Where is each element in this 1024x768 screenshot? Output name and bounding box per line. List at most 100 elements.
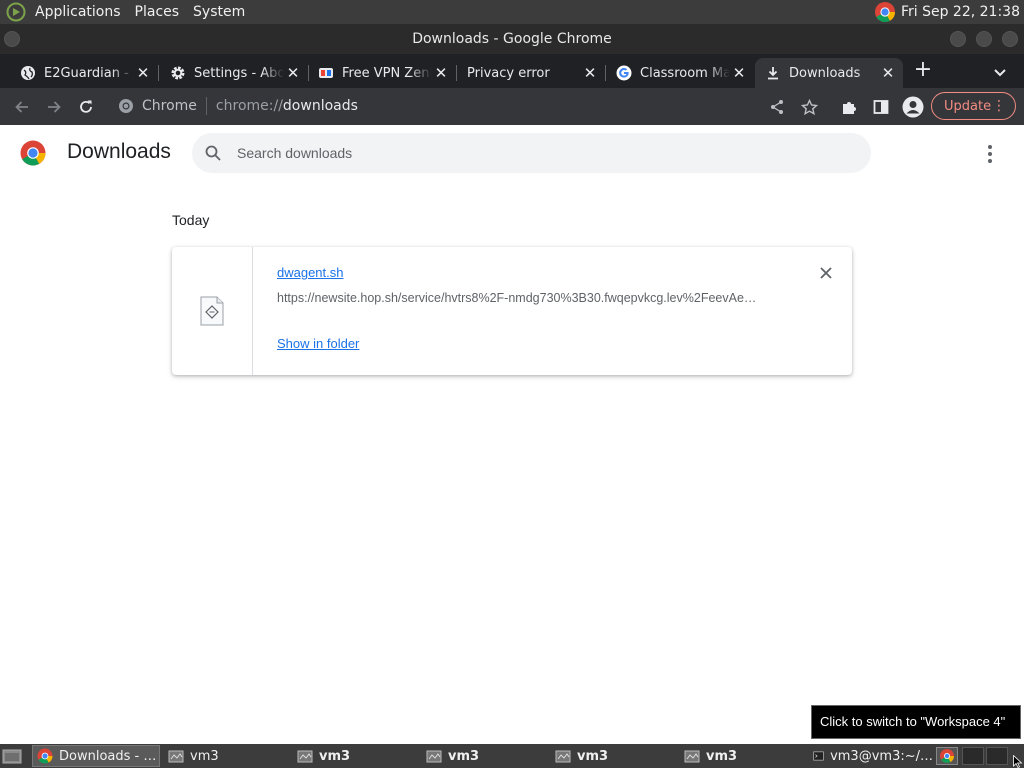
window-icon bbox=[684, 750, 700, 763]
tab-search-chevron-icon[interactable] bbox=[990, 62, 1010, 82]
profile-button[interactable] bbox=[901, 95, 925, 119]
chrome-site-icon[interactable] bbox=[118, 98, 134, 114]
chrome-logo-icon bbox=[20, 140, 46, 166]
url-path: downloads bbox=[282, 98, 358, 114]
tab-e2guardian[interactable]: E2Guardian - Access Denied ✕ bbox=[10, 58, 159, 88]
site-chip-label: Chrome bbox=[142, 98, 197, 114]
taskbar-item-label: vm3 bbox=[190, 748, 219, 764]
remove-download-button[interactable] bbox=[816, 263, 836, 283]
search-downloads-box[interactable] bbox=[192, 133, 871, 173]
taskbar-item-terminal[interactable]: vm3@vm3:~/… bbox=[809, 745, 933, 767]
taskbar-item-label: vm3 bbox=[577, 748, 609, 764]
taskbar-item-downloads[interactable]: Downloads - … bbox=[32, 745, 160, 767]
workspace-switcher-chrome-icon[interactable] bbox=[936, 747, 958, 765]
new-tab-button[interactable]: + bbox=[910, 58, 936, 84]
maximize-button[interactable] bbox=[976, 31, 992, 47]
search-icon bbox=[205, 145, 221, 161]
file-icon-column bbox=[172, 247, 253, 375]
back-arrow-icon bbox=[15, 101, 28, 113]
taskbar-item-vm3[interactable]: vm3 bbox=[293, 745, 417, 767]
back-button[interactable] bbox=[10, 95, 34, 119]
close-window-button[interactable] bbox=[1002, 31, 1018, 47]
window-icon bbox=[168, 750, 184, 763]
close-icon bbox=[820, 267, 832, 279]
tab-title: Free VPN ZenMate bbox=[342, 65, 432, 81]
share-icon bbox=[771, 100, 783, 114]
system-menu[interactable]: System bbox=[186, 0, 252, 24]
workspace-5-button[interactable] bbox=[986, 747, 1008, 765]
omnibox-divider bbox=[205, 97, 207, 115]
tab-classroom[interactable]: Classroom Management ✕ bbox=[606, 58, 754, 88]
minimize-button[interactable] bbox=[950, 31, 966, 47]
tab-title: Settings - About Chrome bbox=[194, 65, 284, 81]
file-icon bbox=[200, 296, 224, 326]
download-item: dwagent.sh https://newsite.hop.sh/servic… bbox=[172, 247, 852, 375]
show-desktop-icon[interactable] bbox=[2, 747, 22, 765]
clock[interactable]: Fri Sep 22, 21:38 bbox=[901, 4, 1020, 20]
window-menu-button[interactable] bbox=[4, 31, 20, 47]
file-name-link[interactable]: dwagent.sh bbox=[277, 265, 344, 280]
tab-close-icon[interactable]: ✕ bbox=[284, 64, 302, 82]
taskbar-item-label: vm3 bbox=[319, 748, 351, 764]
mouse-cursor-icon bbox=[1013, 755, 1023, 768]
places-menu[interactable]: Places bbox=[128, 0, 187, 24]
update-label: Update bbox=[944, 98, 992, 114]
update-button[interactable]: Update ⋮ bbox=[931, 92, 1016, 120]
tab-free-vpn[interactable]: Free VPN ZenMate ✕ bbox=[308, 58, 457, 88]
taskbar-item-label: vm3@vm3:~/… bbox=[830, 748, 933, 764]
gear-icon bbox=[171, 66, 185, 80]
window-icon bbox=[297, 750, 313, 763]
tab-close-icon[interactable]: ✕ bbox=[432, 64, 450, 82]
tab-downloads[interactable]: Downloads ✕ bbox=[755, 58, 903, 88]
share-button[interactable] bbox=[765, 95, 789, 119]
tab-close-icon[interactable]: ✕ bbox=[581, 64, 599, 82]
forward-button[interactable] bbox=[42, 95, 66, 119]
download-icon bbox=[768, 67, 778, 80]
page-title: Downloads bbox=[67, 140, 171, 163]
taskbar-item-vm3[interactable]: vm3 bbox=[680, 745, 804, 767]
kebab-menu-icon: ⋮ bbox=[992, 98, 1006, 114]
url-scheme: chrome:// bbox=[215, 98, 283, 114]
tab-title: Classroom Management bbox=[640, 65, 730, 81]
chrome-icon bbox=[37, 748, 53, 764]
globe-icon bbox=[21, 66, 35, 80]
bottom-taskbar: Downloads - … vm3 vm3 vm3 vm3 vm3 vm3@vm… bbox=[0, 744, 1024, 768]
taskbar-item-label: vm3 bbox=[448, 748, 480, 764]
taskbar-item-label: Downloads - … bbox=[59, 748, 157, 764]
taskbar-item-vm3[interactable]: vm3 bbox=[164, 745, 288, 767]
tab-settings[interactable]: Settings - About Chrome ✕ bbox=[160, 58, 309, 88]
downloads-header: Downloads bbox=[0, 125, 1024, 183]
applications-menu[interactable]: Applications bbox=[28, 0, 128, 24]
tab-close-icon[interactable]: ✕ bbox=[879, 64, 897, 82]
downloads-page: Downloads Today dwagent.sh https://newsi… bbox=[0, 125, 1024, 744]
dot bbox=[988, 159, 992, 163]
avatar-icon bbox=[902, 96, 924, 118]
date-group-label: Today bbox=[172, 212, 210, 228]
workspace-tooltip: Click to switch to "Workspace 4" bbox=[811, 705, 1021, 739]
forward-arrow-icon bbox=[48, 101, 61, 113]
tab-close-icon[interactable]: ✕ bbox=[134, 64, 152, 82]
reload-button[interactable] bbox=[74, 95, 98, 119]
more-actions-button[interactable] bbox=[978, 142, 1002, 166]
tab-strip: E2Guardian - Access Denied ✕ Settings - … bbox=[0, 54, 1024, 88]
bookmark-star-button[interactable] bbox=[797, 95, 821, 119]
tab-privacy-error[interactable]: Privacy error ✕ bbox=[457, 58, 606, 88]
address-bar[interactable]: Chrome chrome://downloads bbox=[110, 92, 830, 120]
taskbar-item-vm3[interactable]: vm3 bbox=[551, 745, 675, 767]
window-icon bbox=[555, 750, 571, 763]
window-titlebar[interactable]: Downloads - Google Chrome bbox=[0, 24, 1024, 54]
tab-close-icon[interactable]: ✕ bbox=[730, 64, 748, 82]
tab-title: E2Guardian - Access Denied bbox=[44, 65, 134, 81]
star-icon bbox=[800, 98, 818, 115]
search-input[interactable] bbox=[237, 145, 837, 161]
extensions-button[interactable] bbox=[837, 95, 861, 119]
distro-logo-icon[interactable] bbox=[6, 2, 26, 22]
chrome-tray-icon[interactable] bbox=[874, 1, 896, 23]
reload-icon bbox=[80, 100, 92, 113]
top-panel: Applications Places System Fri Sep 22, 2… bbox=[0, 0, 1024, 24]
show-in-folder-link[interactable]: Show in folder bbox=[277, 336, 359, 351]
dot bbox=[988, 152, 992, 156]
side-panel-button[interactable] bbox=[869, 95, 893, 119]
workspace-4-button[interactable] bbox=[962, 747, 984, 765]
taskbar-item-vm3[interactable]: vm3 bbox=[422, 745, 546, 767]
